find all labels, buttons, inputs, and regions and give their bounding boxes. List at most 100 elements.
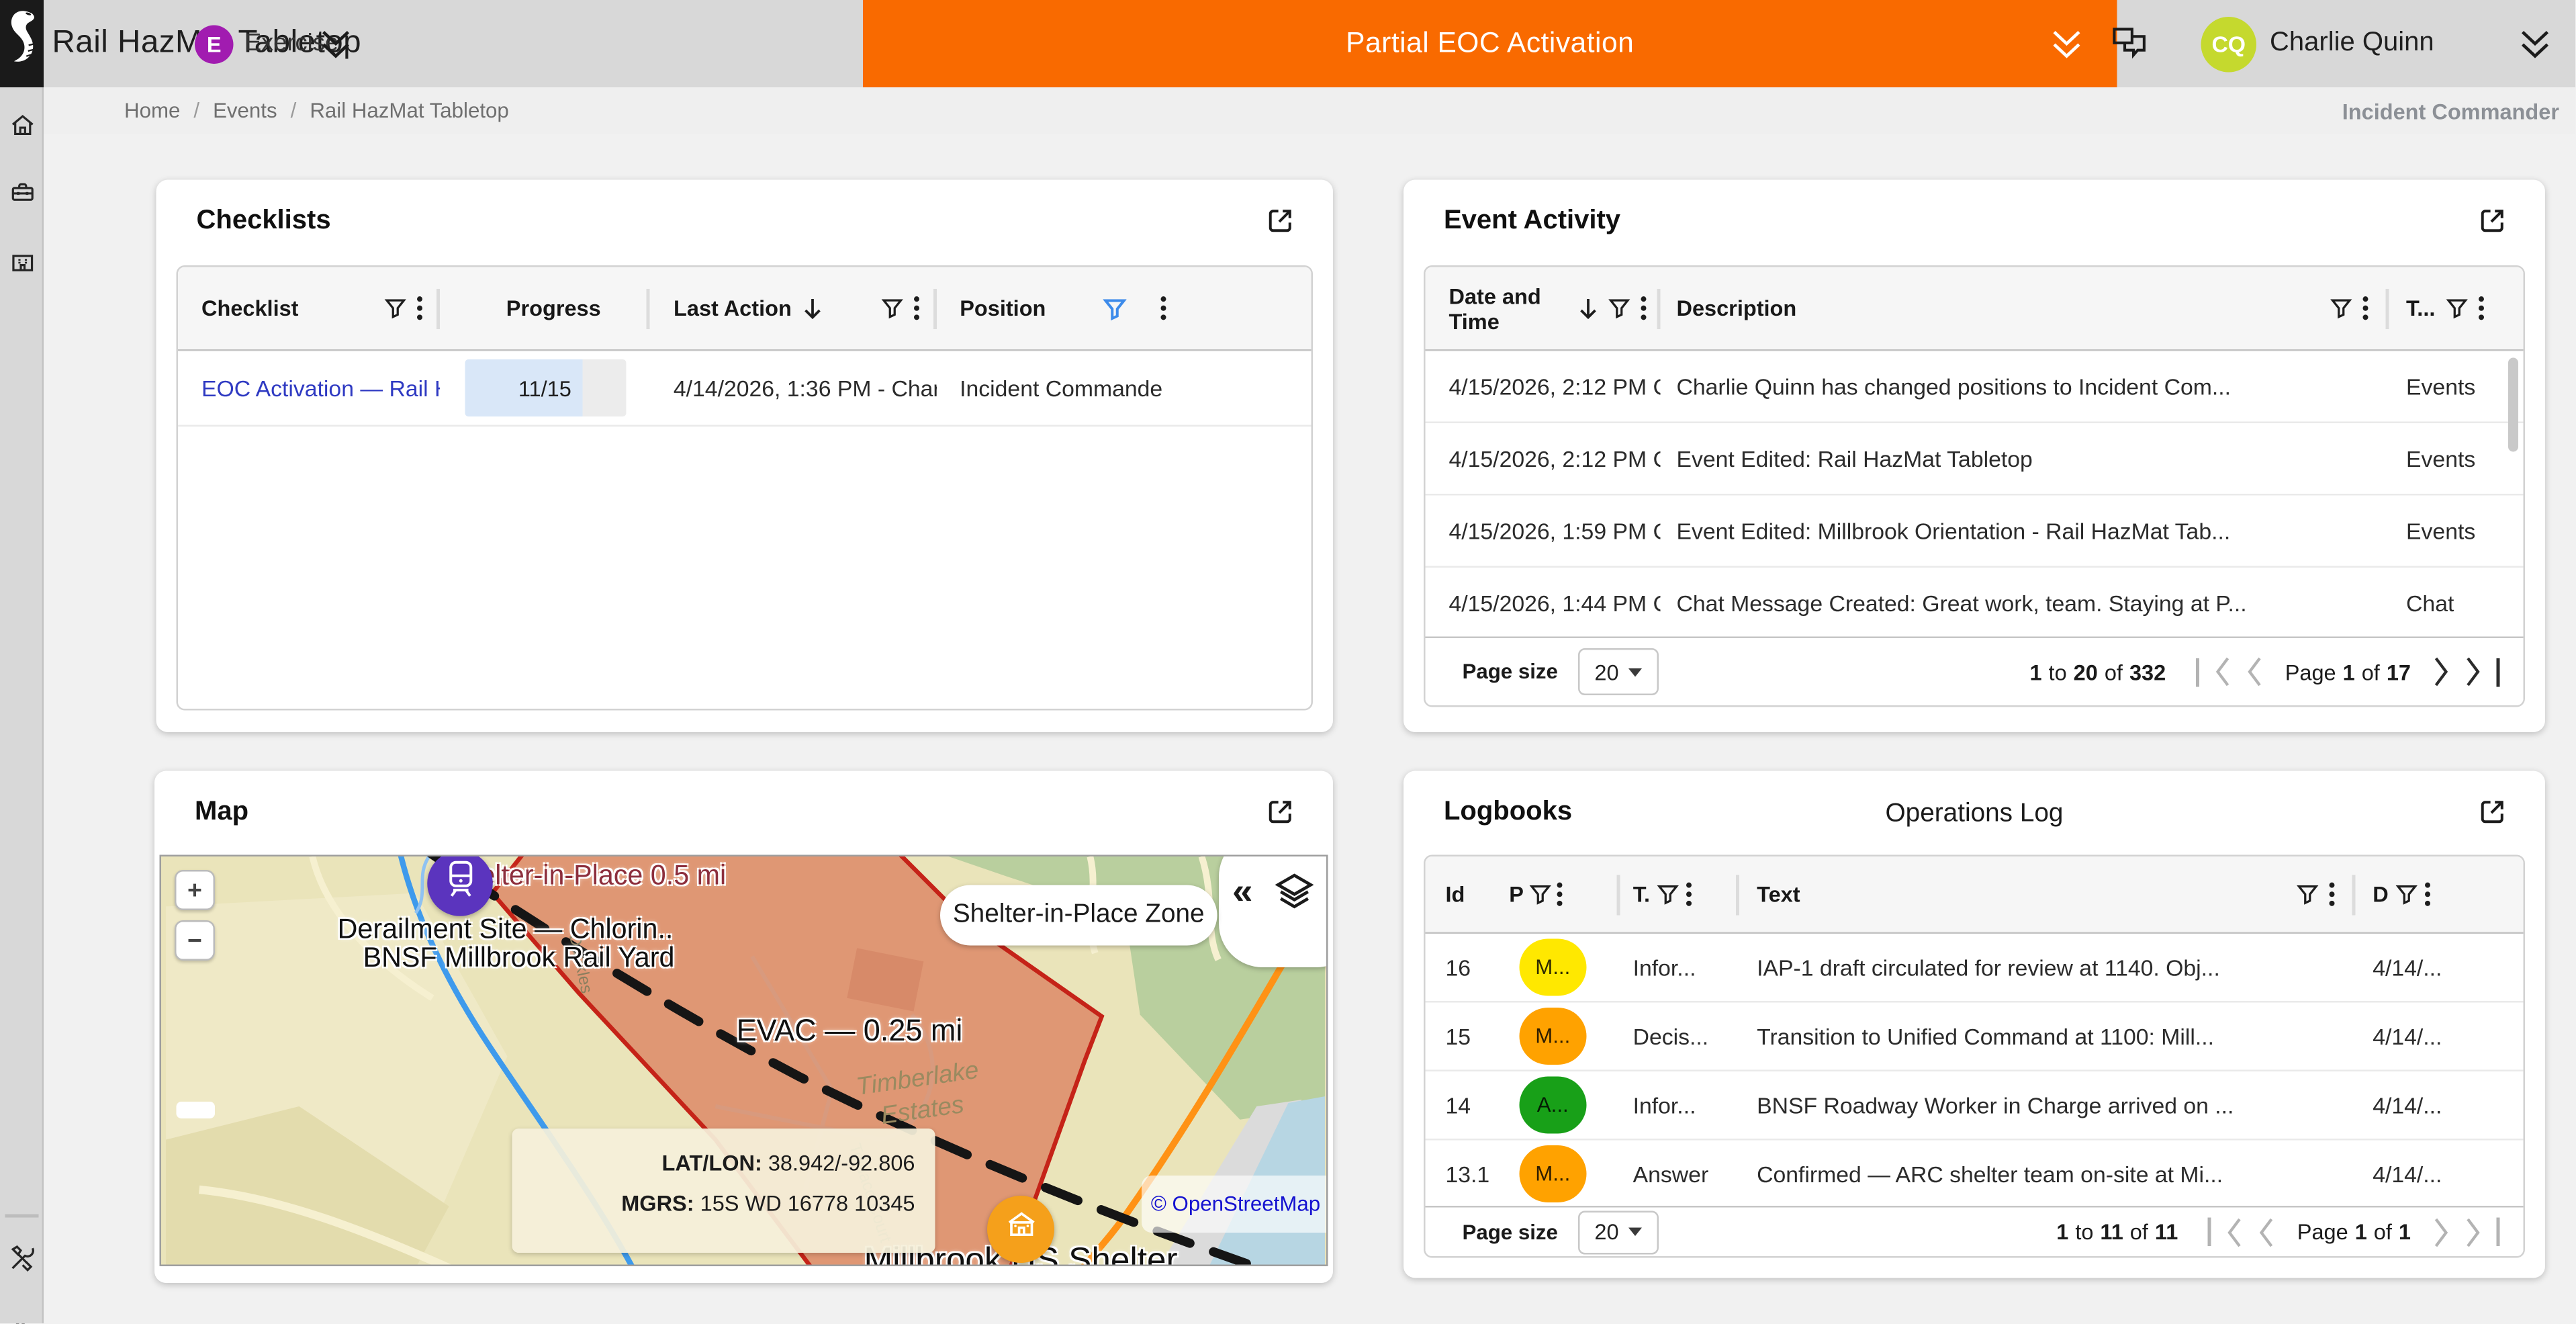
logbooks-table: Id P T. Text	[1424, 855, 2525, 1258]
expand-sidebar-icon[interactable]: »	[0, 1313, 44, 1324]
id-cell: 13.1	[1426, 1141, 1493, 1208]
col-header-type[interactable]: T...	[2389, 267, 2523, 350]
rail-yard-label: BNSF Millbrook Rail Yard	[363, 943, 675, 975]
filter-icon[interactable]	[2445, 298, 2467, 320]
col-header-checklist[interactable]: Checklist	[178, 267, 439, 350]
checklists-open-icon[interactable]	[1264, 205, 1297, 245]
kebab-menu-icon[interactable]	[1686, 882, 1692, 908]
prev-page-icon[interactable]	[2258, 1217, 2275, 1247]
train-icon	[443, 859, 477, 908]
filter-icon[interactable]	[1657, 883, 1679, 906]
facility-icon[interactable]	[0, 249, 44, 277]
event-activity-open-icon[interactable]	[2477, 205, 2509, 245]
date-cell: 4/14/...	[2356, 934, 2523, 1001]
logbook-row[interactable]: 15 M... Decis... Transition to Unified C…	[1426, 1003, 2524, 1072]
first-page-icon[interactable]	[2215, 657, 2232, 687]
chat-icon[interactable]	[2109, 24, 2151, 74]
home-icon[interactable]	[0, 111, 44, 140]
kebab-menu-icon[interactable]	[2362, 296, 2369, 321]
tools-icon[interactable]	[0, 1243, 44, 1273]
text-cell: Transition to Unified Command at 1100: M…	[1740, 1003, 2356, 1070]
id-cell: 14	[1426, 1071, 1493, 1139]
event-activity-title: Event Activity	[1444, 207, 1620, 237]
col-header-id[interactable]: Id	[1426, 856, 1493, 932]
date-cell: 4/14/...	[2356, 1071, 2523, 1139]
zoom-in-button[interactable]: +	[175, 870, 215, 910]
filter-icon[interactable]	[1608, 298, 1630, 320]
zoom-out-button[interactable]: −	[175, 920, 215, 961]
activity-row[interactable]: 4/15/2026, 1:59 PM CST Event Edited: Mil…	[1426, 496, 2524, 568]
kebab-menu-icon[interactable]	[2424, 882, 2430, 908]
col-header-type[interactable]: T.	[1620, 856, 1740, 932]
filter-icon[interactable]	[2395, 883, 2418, 906]
kebab-menu-icon[interactable]	[1160, 296, 1166, 321]
osm-attribution[interactable]: © OpenStreetMap	[1142, 1176, 1328, 1233]
next-page-icon[interactable]	[2433, 657, 2450, 687]
kebab-menu-icon[interactable]	[2329, 882, 2336, 908]
col-header-date[interactable]: D	[2356, 856, 2523, 932]
description-cell: Event Edited: Rail HazMat Tabletop	[1659, 423, 2389, 494]
shelter-marker[interactable]	[987, 1196, 1054, 1263]
sidebar-divider	[5, 1215, 39, 1218]
logbook-row[interactable]: 13.1 M... Answer Confirmed — ARC shelter…	[1426, 1141, 2524, 1210]
activation-chevron-icon[interactable]	[2047, 24, 2087, 73]
filter-icon[interactable]	[1528, 883, 1551, 906]
filter-active-icon[interactable]	[1103, 296, 1126, 320]
coordinates-box: LAT/LON: 38.942/-92.806 MGRS: 15S WD 167…	[512, 1129, 935, 1253]
breadcrumb-home[interactable]: Home	[124, 99, 180, 123]
sort-desc-icon[interactable]	[1577, 296, 1598, 320]
page-size-select[interactable]: 20	[1578, 648, 1659, 695]
logbooks-open-icon[interactable]	[2477, 796, 2509, 836]
briefcase-icon[interactable]	[0, 178, 44, 207]
filter-icon[interactable]	[881, 298, 903, 320]
last-page-icon[interactable]	[2465, 1217, 2481, 1247]
col-header-datetime[interactable]: Date and Time	[1426, 267, 1660, 350]
mgrs-value: 15S WD 16778 10345	[700, 1191, 915, 1217]
checklist-row[interactable]: EOC Activation — Rail HazM 11/15 4/14/20…	[178, 351, 1312, 427]
col-header-position[interactable]: Position	[936, 267, 1311, 350]
activity-row[interactable]: 4/15/2026, 2:12 PM CST Charlie Quinn has…	[1426, 351, 2524, 424]
page-size-select[interactable]: 20	[1578, 1210, 1659, 1253]
event-menu-chevron-icon[interactable]	[316, 24, 356, 73]
activity-row[interactable]: 4/15/2026, 2:12 PM CST Event Edited: Rai…	[1426, 423, 2524, 496]
logbook-row[interactable]: 14 A... Infor... BNSF Roadway Worker in …	[1426, 1071, 2524, 1141]
checklist-link[interactable]: EOC Activation — Rail HazM	[201, 376, 439, 401]
filter-icon[interactable]	[2297, 883, 2319, 906]
col-header-priority[interactable]: P	[1492, 856, 1619, 932]
breadcrumb-events[interactable]: Events	[213, 99, 277, 123]
sort-desc-icon[interactable]	[802, 296, 822, 320]
checklists-table: Checklist Progress Last Action	[177, 265, 1314, 711]
table-scrollbar[interactable]	[2508, 358, 2518, 452]
user-menu-chevron-icon[interactable]	[2515, 24, 2555, 73]
map-zoom-controls: + −	[175, 870, 215, 961]
col-header-progress[interactable]: Progress	[439, 267, 650, 350]
col-header-last-action[interactable]: Last Action	[650, 267, 936, 350]
activation-banner[interactable]: Partial EOC Activation	[863, 0, 2117, 87]
evac-label: EVAC — 0.25 mi	[737, 1014, 963, 1049]
collapse-panel-icon[interactable]: «	[1232, 873, 1253, 910]
user-avatar[interactable]: CQ	[2201, 16, 2257, 72]
layers-icon[interactable]	[1273, 870, 1316, 922]
col-header-text[interactable]: Text	[1740, 856, 2356, 932]
progress-value: 11/15	[464, 359, 625, 416]
activity-row[interactable]: 4/15/2026, 1:44 PM CST Chat Message Crea…	[1426, 568, 2524, 640]
map-canvas[interactable]: Timberlake Estates Dunkles Tejuaco Court…	[160, 855, 1328, 1267]
kebab-menu-icon[interactable]	[2477, 296, 2484, 321]
kebab-menu-icon[interactable]	[913, 296, 919, 321]
filter-icon[interactable]	[383, 298, 406, 320]
last-page-icon[interactable]	[2465, 657, 2481, 687]
col-header-description[interactable]: Description	[1659, 267, 2389, 350]
app-logo[interactable]	[0, 0, 44, 87]
prev-page-icon[interactable]	[2246, 657, 2263, 687]
kebab-menu-icon[interactable]	[1555, 882, 1562, 908]
logbook-row[interactable]: 16 M... Infor... IAP-1 draft circulated …	[1426, 934, 2524, 1003]
mgrs-label: MGRS:	[621, 1191, 694, 1217]
kebab-menu-icon[interactable]	[416, 296, 422, 321]
first-page-icon[interactable]	[2227, 1217, 2244, 1247]
kebab-menu-icon[interactable]	[1639, 296, 1646, 321]
map-open-icon[interactable]	[1264, 796, 1297, 836]
filter-icon[interactable]	[2331, 298, 2353, 320]
next-page-icon[interactable]	[2433, 1217, 2450, 1247]
date-cell: 4/14/...	[2356, 1003, 2523, 1070]
logbooks-card: Logbooks Operations Log Id P T.	[1404, 771, 2545, 1278]
